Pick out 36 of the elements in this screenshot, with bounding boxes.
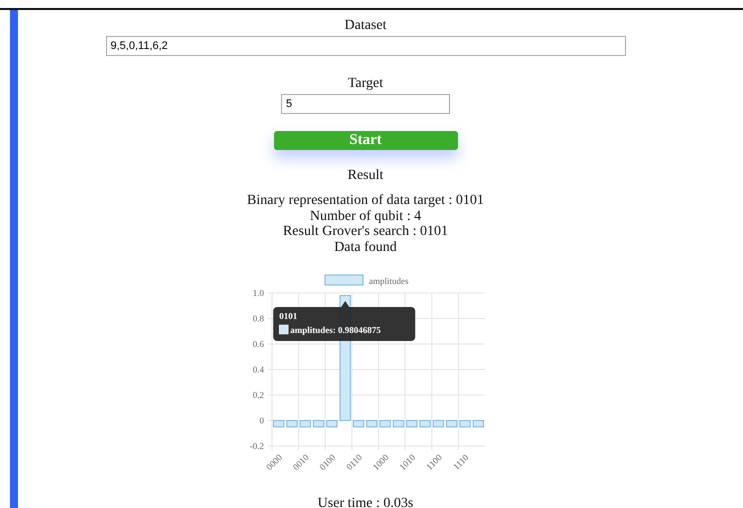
chart-bar bbox=[458, 420, 470, 428]
dataset-label: Dataset bbox=[344, 18, 386, 34]
chart-bar bbox=[392, 420, 404, 428]
result-heading: Result bbox=[348, 168, 384, 184]
y-tick-label: 0.6 bbox=[252, 339, 264, 349]
chart-bar bbox=[286, 420, 298, 428]
target-label: Target bbox=[348, 76, 384, 92]
chart-bar bbox=[299, 420, 310, 428]
dataset-input[interactable]: 9,5,0,11,6,2 bbox=[106, 36, 626, 56]
chart-bar bbox=[418, 420, 430, 428]
legend-label: amplitudes bbox=[368, 276, 408, 286]
chart-legend: amplitudes bbox=[324, 274, 408, 286]
chart-bar bbox=[366, 420, 377, 428]
result-line: Binary representation of data target : 0101 bbox=[247, 193, 484, 208]
chart-bar bbox=[272, 420, 284, 428]
result-line: Data found bbox=[333, 240, 398, 255]
chart-bar bbox=[352, 420, 364, 428]
y-tick-label: 1.0 bbox=[252, 288, 264, 298]
chart-bar bbox=[326, 420, 338, 428]
target-input[interactable]: 5 bbox=[281, 94, 450, 114]
y-tick-label: 0.4 bbox=[252, 364, 264, 374]
y-tick-label: 0.2 bbox=[252, 390, 264, 400]
chart-bar bbox=[432, 420, 444, 428]
x-tick-label: 0110 bbox=[344, 452, 364, 472]
result-line: Result Grover's search : 0101 bbox=[282, 224, 450, 240]
y-tick-label: -0.2 bbox=[249, 441, 264, 451]
user-time-text: User time : 0.03s bbox=[318, 496, 414, 508]
chart-bar bbox=[472, 420, 484, 428]
y-tick-label: 0 bbox=[259, 416, 264, 426]
chart-bar bbox=[312, 420, 324, 428]
result-line: Number of qubit : 4 bbox=[308, 208, 422, 224]
chart-bar bbox=[406, 420, 417, 428]
y-tick-label: 0.8 bbox=[252, 314, 264, 324]
chart-bar bbox=[446, 420, 457, 428]
chart-tooltip: 0101 amplitudes: 0.98046875 bbox=[272, 301, 415, 341]
chart-bar bbox=[379, 420, 390, 428]
